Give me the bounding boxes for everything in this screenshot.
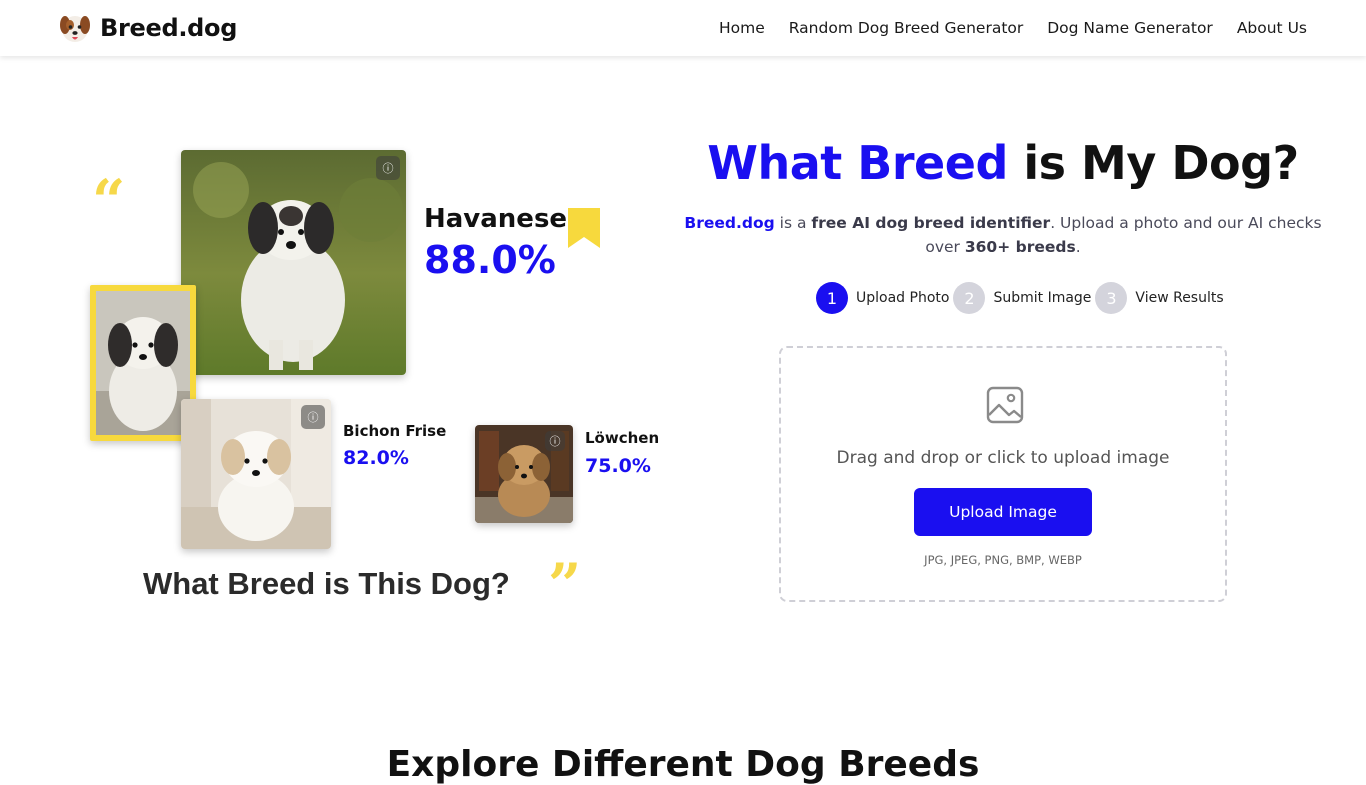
dropzone-prompt: Drag and drop or click to upload image (836, 448, 1170, 468)
title-rest: is My Dog? (1007, 136, 1299, 190)
title-accent: What Breed (707, 136, 1008, 190)
top-result-breed: Havanese (424, 204, 568, 234)
step-2-label: Submit Image (993, 290, 1092, 306)
image-dropzone[interactable]: Drag and drop or click to upload image U… (779, 346, 1227, 602)
nav-dog-name-generator[interactable]: Dog Name Generator (1047, 19, 1213, 37)
second-result-breed: Bichon Frise (343, 422, 447, 440)
brand-name: Breed.dog (100, 14, 238, 42)
step-3-label: View Results (1135, 290, 1224, 306)
second-result-percent: 82.0% (343, 447, 409, 469)
nav-random-breed-generator[interactable]: Random Dog Breed Generator (789, 19, 1024, 37)
open-quote-mark: “ (92, 167, 126, 235)
brand-logo-link[interactable]: Breed.dog (58, 10, 237, 46)
collage-caption: What Breed is This Dog? (143, 566, 510, 601)
step-3-number: 3 (1095, 282, 1128, 314)
nav-about-us[interactable]: About Us (1237, 19, 1307, 37)
havanese-photo: ⓘ (181, 150, 406, 375)
main-nav: Home Random Dog Breed Generator Dog Name… (695, 0, 1307, 56)
supported-formats: JPG, JPEG, PNG, BMP, WEBP (924, 553, 1082, 567)
site-header: Breed.dog Home Random Dog Breed Generato… (0, 0, 1366, 56)
bookmark-icon (568, 208, 600, 248)
lowchen-photo: ⓘ (475, 425, 573, 523)
nav-home[interactable]: Home (719, 19, 765, 37)
dog-logo-icon (60, 16, 90, 42)
close-quote-mark: ” (548, 551, 582, 619)
upload-image-button[interactable]: Upload Image (914, 488, 1092, 536)
description-text: is a (774, 214, 812, 232)
step-2-number: 2 (953, 282, 986, 314)
top-result-percent: 88.0% (424, 238, 556, 282)
step-1-number: 1 (816, 282, 848, 314)
hero-description: Breed.dog is a free AI dog breed identif… (672, 211, 1334, 259)
page-title: What Breed is My Dog? (680, 136, 1326, 190)
info-icon[interactable]: ⓘ (376, 156, 400, 180)
description-brand: Breed.dog (684, 214, 775, 232)
explore-breeds-heading: Explore Different Dog Breeds (386, 744, 980, 785)
description-highlight: free AI dog breed identifier (811, 214, 1051, 232)
third-result-breed: Löwchen (585, 429, 660, 447)
info-icon[interactable]: ⓘ (301, 405, 325, 429)
bichon-frise-photo: ⓘ (181, 399, 331, 549)
image-icon (986, 386, 1024, 424)
step-1-label: Upload Photo (856, 290, 950, 306)
description-highlight: 360+ breeds (964, 238, 1076, 256)
third-result-percent: 75.0% (585, 455, 651, 477)
upload-steps: 1 Upload Photo 2 Submit Image 3 View Res… (816, 282, 1228, 314)
description-text: . (1075, 238, 1081, 256)
info-icon[interactable]: ⓘ (545, 431, 565, 451)
